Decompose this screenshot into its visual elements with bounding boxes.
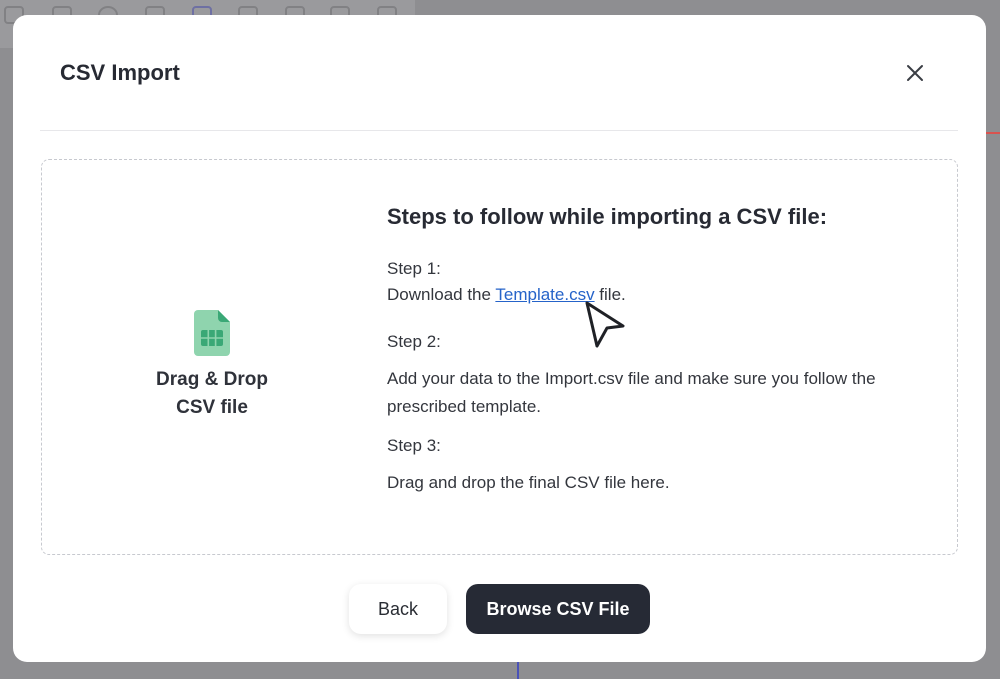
header-divider: [40, 130, 958, 131]
background-guide-line: [986, 132, 1000, 134]
steps-title: Steps to follow while importing a CSV fi…: [387, 204, 828, 229]
back-button[interactable]: Back: [349, 584, 447, 634]
drop-label-line-1: Drag & Drop: [156, 369, 268, 390]
csv-dropzone[interactable]: Drag & Drop CSV file Steps to follow whi…: [41, 159, 958, 555]
step-1-prefix: Download the: [387, 285, 496, 304]
dialog-title: CSV Import: [60, 60, 180, 85]
step-1-label: Step 1:: [387, 259, 441, 278]
close-button[interactable]: [902, 60, 928, 86]
step-2-text: Add your data to the Import.csv file and…: [387, 369, 876, 416]
spreadsheet-file-icon: [194, 310, 230, 356]
template-csv-link[interactable]: Template.csv: [495, 285, 594, 304]
step-2-label: Step 2:: [387, 332, 441, 351]
drop-label-line-2: CSV file: [176, 397, 248, 418]
close-icon: [907, 65, 923, 81]
import-steps: Steps to follow while importing a CSV fi…: [387, 204, 927, 497]
browse-csv-file-button[interactable]: Browse CSV File: [466, 584, 650, 634]
background-guide-line: [517, 662, 519, 679]
csv-import-dialog: CSV Import Drag & Drop CSV file Steps to…: [13, 15, 986, 662]
drop-target: Drag & Drop CSV file: [132, 310, 292, 422]
step-1-text: Download the Template.csv file.: [387, 281, 927, 309]
step-1-suffix: file.: [594, 285, 626, 304]
step-3-text: Drag and drop the final CSV file here.: [387, 473, 670, 492]
step-3-label: Step 3:: [387, 436, 441, 455]
